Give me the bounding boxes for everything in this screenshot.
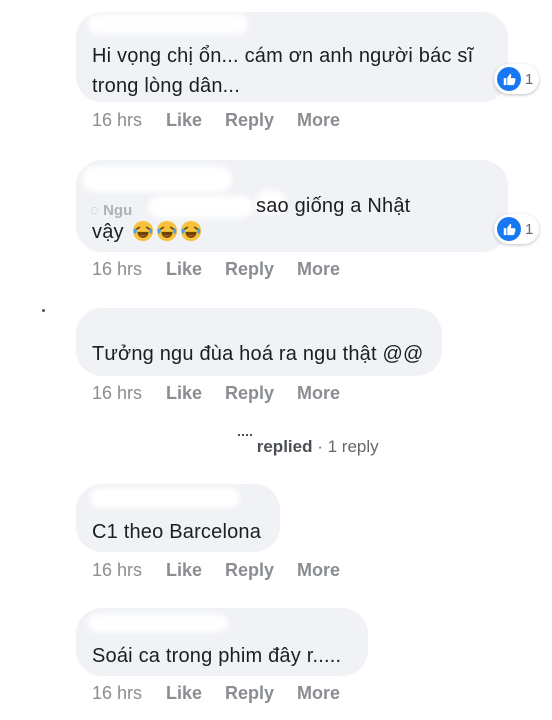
comment-timestamp[interactable]: 16 hrs [92, 683, 142, 704]
reaction-summary[interactable]: 1 [494, 64, 540, 94]
view-replies-link[interactable]: replied · 1 reply [238, 434, 379, 457]
comment-actions: 16 hrs Like Reply More [92, 110, 352, 132]
more-button[interactable]: More [297, 259, 340, 280]
reaction-summary[interactable]: 1 [494, 214, 540, 244]
replied-label: replied [256, 437, 313, 456]
reply-button[interactable]: Reply [225, 383, 274, 404]
replies-count: 1 reply [327, 437, 379, 456]
laughing-face-icon [132, 220, 153, 242]
comment-bubble: C1 theo Barcelona [76, 484, 280, 552]
comment-timestamp[interactable]: 16 hrs [92, 110, 142, 131]
more-button[interactable]: More [297, 683, 340, 704]
reply-button[interactable]: Reply [225, 560, 274, 581]
comment-bubble: ◌ Ngu sao giống a Nhật vậy [76, 160, 508, 252]
like-button[interactable]: Like [166, 683, 202, 704]
like-button[interactable]: Like [166, 560, 202, 581]
replies-separator: · [317, 437, 323, 456]
redacted-author-name [90, 488, 240, 508]
like-thumb-icon [497, 67, 521, 91]
more-button[interactable]: More [297, 383, 340, 404]
reaction-count: 1 [525, 70, 534, 88]
laughing-face-icon [180, 220, 201, 242]
comment-actions: 16 hrs Like Reply More [92, 683, 352, 705]
comment-text-line1: Soái ca trong phim đây r..... [92, 645, 342, 667]
comment-timestamp[interactable]: 16 hrs [92, 259, 142, 280]
more-button[interactable]: More [297, 110, 340, 131]
like-thumb-icon [497, 217, 521, 241]
comment-bubble: Tưởng ngu đùa hoá ra ngu thật @@ [76, 308, 442, 376]
reply-button[interactable]: Reply [225, 259, 274, 280]
redacted-author-name [88, 614, 228, 632]
partial-author-name: ◌ Ngu [90, 202, 133, 219]
more-button[interactable]: More [297, 560, 340, 581]
reply-button[interactable]: Reply [225, 110, 274, 131]
reaction-count: 1 [525, 220, 534, 238]
comment-actions: 16 hrs Like Reply More [92, 560, 352, 582]
comment-text-line1: Hi vọng chị ổn... cám ơn anh người bác s… [92, 45, 474, 67]
comment-text-line2: vậy [92, 218, 202, 246]
redacted-mention [148, 196, 253, 218]
redacted-author-name [88, 14, 248, 34]
redacted-author-name [82, 166, 232, 192]
laughing-face-icon [156, 220, 177, 242]
comment-text-line2-label: vậy [92, 221, 124, 243]
comment-timestamp[interactable]: 16 hrs [92, 560, 142, 581]
redacted-replier-name [238, 434, 252, 446]
comment-text-line1: C1 theo Barcelona [92, 521, 262, 543]
like-button[interactable]: Like [166, 383, 202, 404]
comment-bubble: Soái ca trong phim đây r..... [76, 608, 368, 676]
comment-bubble: Hi vọng chị ổn... cám ơn anh người bác s… [76, 12, 508, 102]
comment-text-line1: sao giống a Nhật [256, 195, 411, 217]
comment-text-line2: trong lòng dân... [92, 75, 240, 97]
reply-button[interactable]: Reply [225, 683, 274, 704]
comment-text-line1: Tưởng ngu đùa hoá ra ngu thật @@ [92, 343, 424, 365]
comment-actions: 16 hrs Like Reply More [92, 383, 352, 405]
stray-mark [42, 309, 45, 312]
comment-timestamp[interactable]: 16 hrs [92, 383, 142, 404]
like-button[interactable]: Like [166, 110, 202, 131]
comment-actions: 16 hrs Like Reply More [92, 259, 352, 281]
like-button[interactable]: Like [166, 259, 202, 280]
